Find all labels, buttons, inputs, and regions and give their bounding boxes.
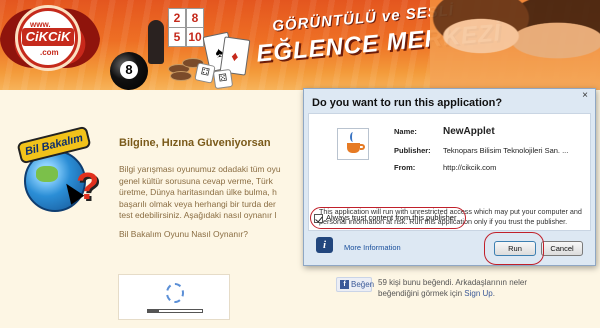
logo-com: .com <box>40 48 59 57</box>
paragraph-line: üretme, Dünya haritasından ülke bulma, h <box>119 187 277 197</box>
globe-land <box>36 166 58 182</box>
java-cup-handle <box>360 144 365 150</box>
like-count-text: 59 kişi bunu beğendi. Arkadaşlarının nel… <box>378 278 527 287</box>
publisher-value: Teknopars Bilisim Teknolojileri San. ... <box>443 146 569 155</box>
info-key: From: <box>394 163 416 172</box>
applet-loader <box>118 274 230 320</box>
like-signup-suffix: . <box>492 289 495 298</box>
number-card: 10 <box>186 27 204 47</box>
like-signup-line: beğendiğini görmek için Sign Up. <box>378 288 558 299</box>
paragraph-line: genel kültür sorusuna cevap verme, Türk <box>119 175 273 186</box>
number-card: 8 <box>186 8 204 28</box>
loading-progress-fill <box>148 310 159 312</box>
facebook-icon: f <box>340 280 349 290</box>
info-key: Publisher: <box>394 146 431 155</box>
java-loading-icon <box>166 283 184 303</box>
info-row-name: Name: NewApplet <box>394 126 495 137</box>
run-highlight-circle <box>484 232 544 265</box>
paragraph-line: test edebilirsiniz. Aşağıdaki nasıl oyna… <box>119 210 277 220</box>
from-value: http://cikcik.com <box>443 163 497 172</box>
java-cup <box>347 143 360 153</box>
facebook-like-text: 59 kişi bunu beğendi. Arkadaşlarının nel… <box>378 277 558 299</box>
chess-piece-icon <box>148 20 164 64</box>
java-app-icon <box>337 128 369 160</box>
close-icon[interactable]: × <box>580 91 590 101</box>
eight-ball-icon: 8 <box>110 52 148 90</box>
paragraph-line: Bilgi yarışması oyunumuz odadaki tüm oyu <box>119 164 281 174</box>
content-paragraph: Bilgi yarışması oyunumuz odadaki tüm oyu… <box>119 164 305 222</box>
bil-bakalim-logo[interactable]: Bil Bakalım ? <box>14 125 104 218</box>
cancel-button[interactable]: Cancel <box>541 241 583 256</box>
number-card: 5 <box>168 27 186 47</box>
content-title: Bilgine, Hızına Güveniyorsan <box>119 137 271 149</box>
paragraph-line: başarılı olmak veya herhangi bir turda d… <box>119 198 276 209</box>
trust-highlight-circle <box>310 207 466 229</box>
loading-progress-bar <box>147 309 203 313</box>
dice-icon: ⚄ <box>212 68 234 90</box>
how-to-play-link[interactable]: Bil Bakalım Oyunu Nasıl Oynanır? <box>119 229 248 239</box>
question-mark-icon: ? <box>76 166 100 208</box>
sign-up-link[interactable]: Sign Up <box>464 289 492 298</box>
info-row-from: From: http://cikcik.com <box>394 163 496 172</box>
logo-name: CiKCiK <box>22 28 74 46</box>
java-steam <box>350 132 356 142</box>
header-banner: www. CiKCiK .com 2 8 5 10 ♠ ♦ 8 ⚃ ⚄ GÖRÜ… <box>0 0 600 90</box>
facebook-like-button[interactable]: f Beğen <box>336 277 375 292</box>
info-icon: i <box>316 237 333 253</box>
info-row-publisher: Publisher: Teknopars Bilisim Teknolojiler… <box>394 146 568 155</box>
number-card: 2 <box>168 8 186 28</box>
header-people-photo <box>430 0 600 90</box>
eight-ball-number: 8 <box>120 61 138 79</box>
dialog-title: Do you want to run this application? <box>312 97 503 109</box>
more-information-link[interactable]: More Information <box>344 243 401 252</box>
info-key: Name: <box>394 127 417 136</box>
app-name-value: NewApplet <box>443 126 495 137</box>
like-signup-prefix: beğendiğini görmek için <box>378 289 465 298</box>
like-label: Beğen <box>351 280 375 289</box>
java-security-dialog: Do you want to run this application? × N… <box>303 88 596 266</box>
poker-chip-icon <box>170 71 192 81</box>
